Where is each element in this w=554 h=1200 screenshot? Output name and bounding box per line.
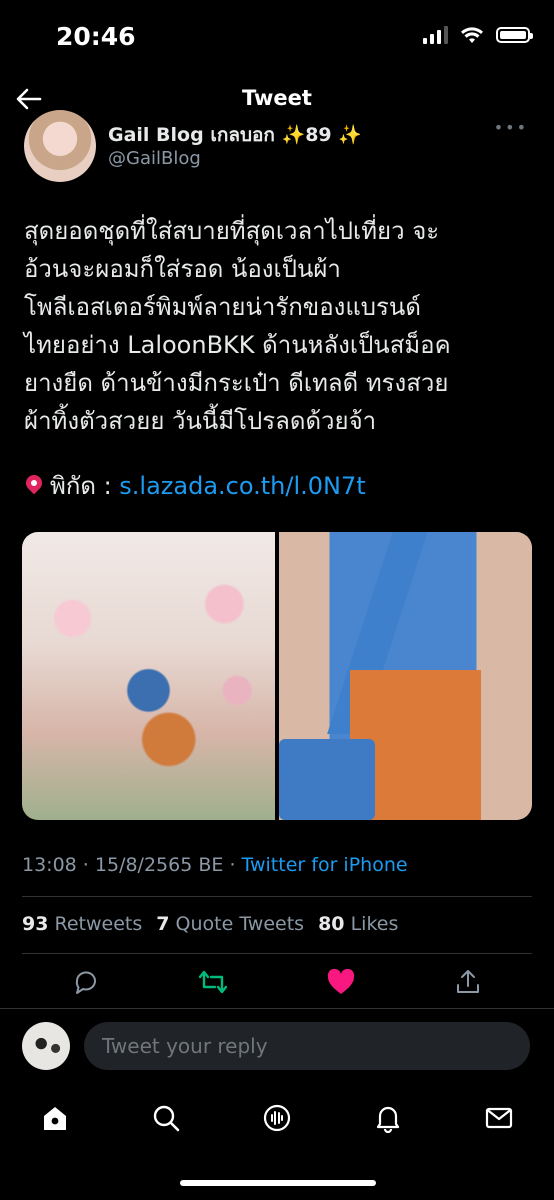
battery-icon [496, 27, 533, 43]
reply-input[interactable] [84, 1022, 530, 1070]
tab-search[interactable] [149, 1101, 183, 1135]
more-options-icon[interactable]: ••• [494, 118, 528, 137]
retweet-icon [199, 970, 228, 994]
tweet-time: 13:08 [22, 854, 77, 876]
status-time: 20:46 [56, 22, 136, 51]
reply-button[interactable] [70, 966, 102, 998]
spaces-icon [263, 1104, 291, 1132]
tweet-stats: 93 Retweets 7 Quote Tweets 80 Likes [22, 913, 398, 935]
bell-icon [376, 1106, 399, 1133]
tab-notifications[interactable] [371, 1101, 405, 1135]
tab-messages[interactable] [482, 1101, 516, 1135]
tweet-actions [22, 966, 532, 998]
location-pin-icon [26, 475, 42, 497]
author-handle[interactable]: @GailBlog [108, 148, 201, 169]
retweets-stat[interactable]: 93 Retweets [22, 913, 142, 935]
tweet-media[interactable] [22, 532, 532, 820]
media-photo-1[interactable] [22, 532, 275, 820]
divider [22, 896, 532, 897]
share-button[interactable] [452, 966, 484, 998]
like-button[interactable] [325, 966, 357, 998]
tweet-location-line: พิกัด : s.lazada.co.th/l.0N7t [26, 466, 366, 505]
author-avatar[interactable] [24, 110, 96, 182]
bottom-tab-bar [0, 1088, 554, 1148]
comment-icon [75, 971, 96, 994]
tweet-date: 15/8/2565 BE [94, 854, 224, 876]
likes-stat[interactable]: 80 Likes [318, 913, 398, 935]
tab-home[interactable] [38, 1101, 72, 1135]
retweet-button[interactable] [197, 966, 229, 998]
home-indicator[interactable] [180, 1180, 376, 1186]
tab-spaces[interactable] [260, 1101, 294, 1135]
user-avatar[interactable] [22, 1022, 70, 1070]
quotes-stat[interactable]: 7 Quote Tweets [156, 913, 304, 935]
status-icons [423, 26, 533, 44]
location-label: พิกัด : [50, 472, 120, 500]
author-display-name[interactable]: Gail Blog เกลบอก ✨89 ✨ [108, 120, 362, 150]
cellular-signal-icon [423, 26, 448, 44]
share-icon [457, 970, 480, 993]
tweet-meta: 13:08 · 15/8/2565 BE · Twitter for iPhon… [22, 854, 408, 876]
divider [0, 1008, 554, 1009]
home-icon [44, 1107, 67, 1130]
tweet-link[interactable]: s.lazada.co.th/l.0N7t [119, 472, 365, 500]
mail-icon [485, 1107, 512, 1129]
page-title: Tweet [242, 86, 312, 110]
tweet-text: สุดยอดชุดที่ใส่สบายที่สุดเวลาไปเที่ยว จะ… [24, 217, 451, 435]
heart-icon [327, 968, 354, 994]
tweet-source[interactable]: Twitter for iPhone [242, 854, 408, 876]
search-icon [153, 1105, 180, 1132]
divider [22, 953, 532, 954]
wifi-icon [461, 27, 483, 43]
media-photo-2[interactable] [279, 532, 532, 820]
